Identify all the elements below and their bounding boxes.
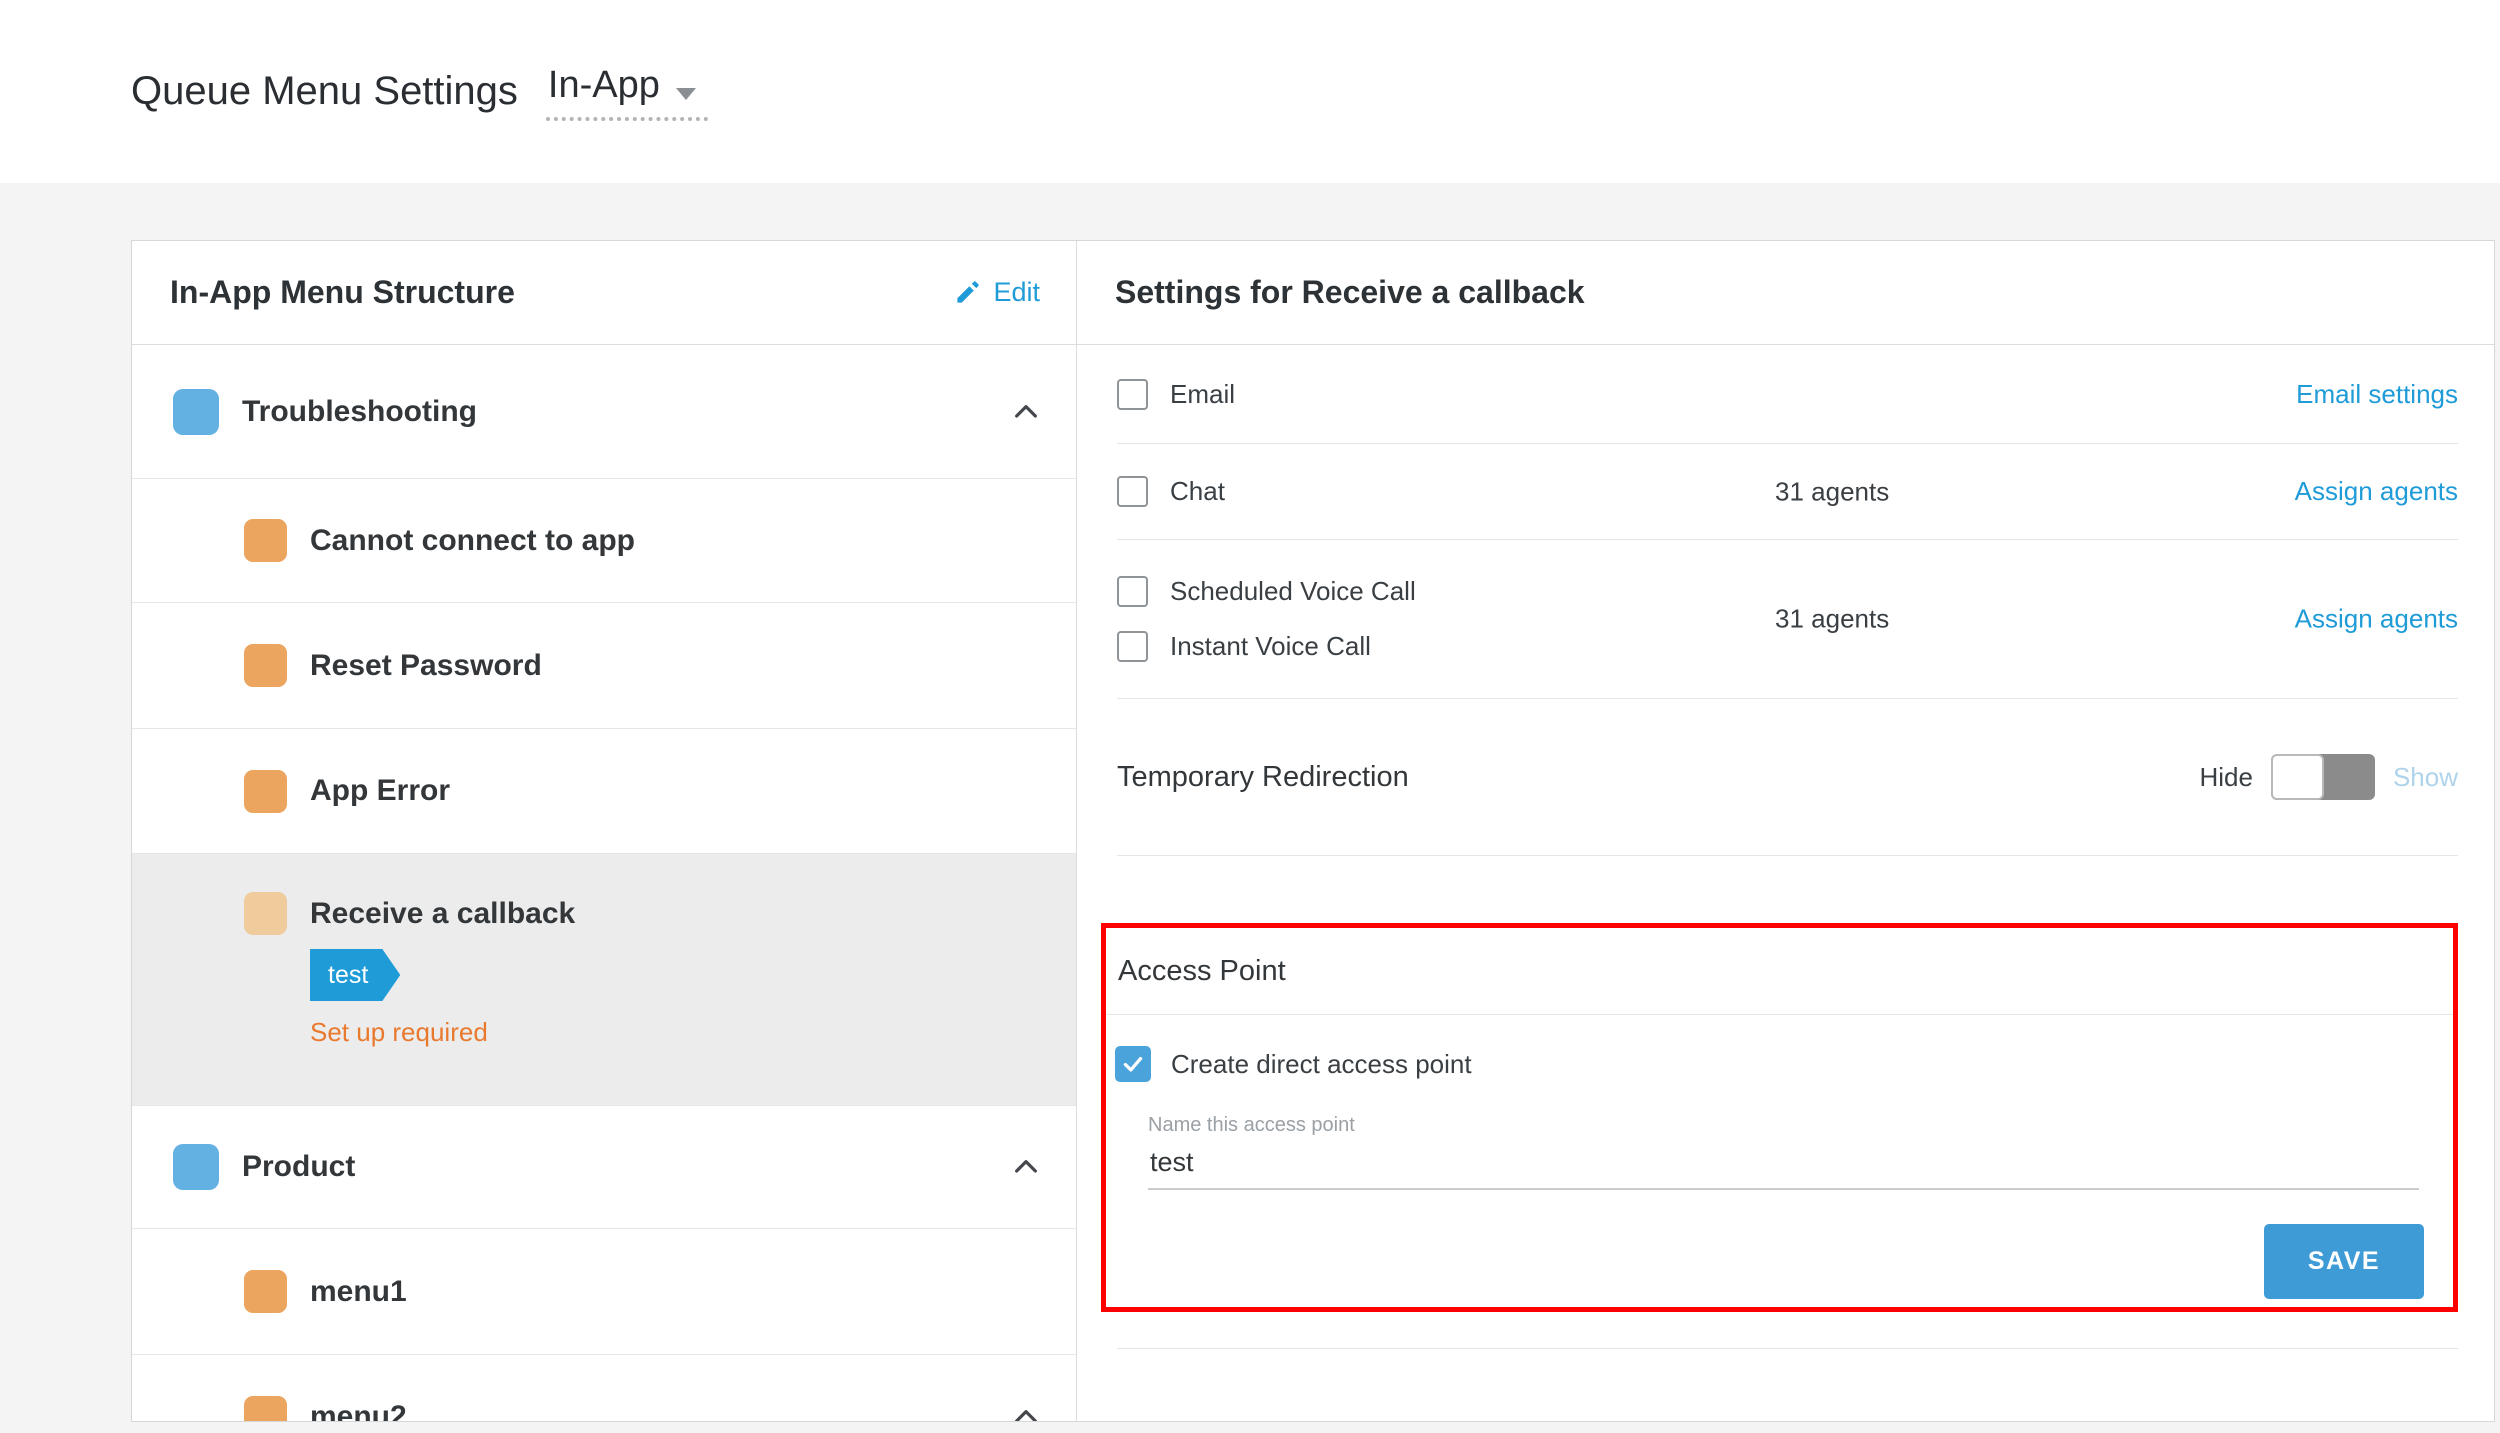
email-checkbox[interactable] <box>1117 379 1148 410</box>
menu-icon <box>244 519 287 562</box>
menu-icon <box>244 892 287 935</box>
top-bar: Queue Menu Settings In-App <box>0 0 2500 183</box>
menu-icon <box>244 1270 287 1313</box>
menu-icon <box>173 1144 219 1190</box>
channel-dropdown[interactable]: In-App <box>546 62 708 121</box>
save-button[interactable]: SAVE <box>2264 1224 2424 1299</box>
chevron-up-icon[interactable] <box>1010 396 1042 428</box>
chat-label: Chat <box>1170 476 1225 507</box>
menu-item-troubleshooting[interactable]: Troubleshooting <box>132 345 1076 479</box>
menu-item-label: menu2 <box>310 1400 407 1421</box>
page-title: Queue Menu Settings <box>131 69 518 114</box>
menu-item-label: Troubleshooting <box>242 395 477 429</box>
email-channel-row: Email Email settings <box>1117 345 2458 444</box>
email-settings-link[interactable]: Email settings <box>2296 379 2458 410</box>
menu-item-menu1[interactable]: menu1 <box>132 1229 1076 1355</box>
caret-down-icon <box>676 88 696 100</box>
edit-menu-button[interactable]: Edit <box>953 277 1040 308</box>
temporary-redirection-row: Temporary Redirection Hide Show <box>1117 699 2458 856</box>
menu-panel-header: In-App Menu Structure Edit <box>132 241 1076 345</box>
content-area: In-App Menu Structure Edit Troubleshooti… <box>0 183 2500 1433</box>
channel-dropdown-value: In-App <box>548 64 660 107</box>
scheduled-voice-call-checkbox[interactable] <box>1117 576 1148 607</box>
menu-item-cannot-connect-to-app[interactable]: Cannot connect to app <box>132 479 1076 603</box>
menu-item-app-error[interactable]: App Error <box>132 729 1076 854</box>
menu-item-label: Product <box>242 1150 355 1184</box>
menu-item-label: Receive a callback <box>310 897 575 931</box>
chat-checkbox[interactable] <box>1117 476 1148 507</box>
toggle-knob <box>2271 754 2324 800</box>
access-point-name-label: Name this access point <box>1148 1114 2453 1137</box>
hide-label: Hide <box>2199 762 2252 793</box>
scheduled-voice-call-label: Scheduled Voice Call <box>1170 576 1416 607</box>
create-access-point-checkbox[interactable] <box>1115 1046 1151 1082</box>
menu-item-receive-a-callback[interactable]: Receive a callback test Set up required <box>132 854 1076 1106</box>
access-point-section-highlight: Access Point Create direct access point … <box>1101 923 2458 1312</box>
instant-voice-call-checkbox[interactable] <box>1117 631 1148 662</box>
setup-required-status: Set up required <box>310 1017 1042 1048</box>
chat-assign-agents-link[interactable]: Assign agents <box>2295 476 2458 507</box>
menu-icon <box>244 1396 287 1422</box>
section-divider <box>1117 1348 2458 1349</box>
edit-menu-label: Edit <box>993 277 1040 308</box>
menu-item-reset-password[interactable]: Reset Password <box>132 603 1076 729</box>
settings-panel-header: Settings for Receive a callback <box>1077 241 2494 345</box>
pencil-icon <box>953 279 981 307</box>
menu-panel-title: In-App Menu Structure <box>170 274 515 311</box>
settings-card: In-App Menu Structure Edit Troubleshooti… <box>131 240 2495 1422</box>
checkmark-icon <box>1120 1051 1146 1077</box>
chat-channel-row: Chat 31 agents Assign agents <box>1117 444 2458 540</box>
menu-structure-panel: In-App Menu Structure Edit Troubleshooti… <box>132 241 1077 1421</box>
menu-icon <box>173 389 219 435</box>
queue-settings-panel: Settings for Receive a callback Email Em… <box>1077 241 2494 1421</box>
voice-agents-count: 31 agents <box>1775 604 1889 635</box>
access-point-tag: test <box>310 949 400 1001</box>
menu-item-label: Reset Password <box>310 649 542 683</box>
show-hide-toggle[interactable] <box>2271 754 2375 800</box>
create-access-point-label: Create direct access point <box>1171 1049 1472 1080</box>
show-label: Show <box>2393 762 2458 793</box>
menu-icon <box>244 644 287 687</box>
menu-item-label: Cannot connect to app <box>310 524 635 558</box>
settings-panel-title: Settings for Receive a callback <box>1115 274 1585 311</box>
access-point-name-input[interactable] <box>1148 1147 2419 1190</box>
menu-item-label: App Error <box>310 774 450 808</box>
voice-assign-agents-link[interactable]: Assign agents <box>2295 604 2458 635</box>
chat-agents-count: 31 agents <box>1775 476 1889 507</box>
menu-item-menu2[interactable]: menu2 <box>132 1355 1076 1421</box>
create-access-point-row: Create direct access point <box>1115 1046 2453 1082</box>
menu-item-product[interactable]: Product <box>132 1106 1076 1229</box>
menu-item-label: menu1 <box>310 1275 407 1309</box>
access-point-name-field: Name this access point <box>1148 1114 2453 1190</box>
instant-voice-call-label: Instant Voice Call <box>1170 631 1371 662</box>
email-label: Email <box>1170 379 1235 410</box>
voice-channel-row: Scheduled Voice Call Instant Voice Call … <box>1117 540 2458 699</box>
chevron-up-icon[interactable] <box>1010 1151 1042 1183</box>
temporary-redirection-label: Temporary Redirection <box>1117 761 1409 794</box>
menu-icon <box>244 770 287 813</box>
access-point-tag-label: test <box>328 961 368 990</box>
access-point-title: Access Point <box>1106 928 2453 1015</box>
chevron-up-icon[interactable] <box>1010 1401 1042 1421</box>
